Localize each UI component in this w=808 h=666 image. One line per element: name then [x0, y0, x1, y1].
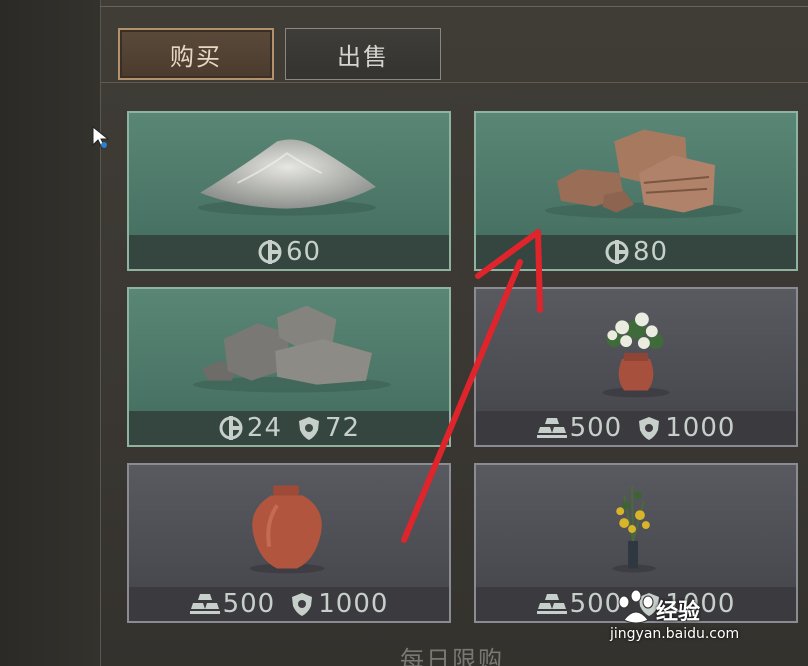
watermark-url: jingyan.baidu.com — [610, 626, 740, 642]
price-bar: 60 — [129, 235, 449, 269]
price-shield: 1000 — [636, 413, 735, 443]
price-coin: 80 — [604, 237, 668, 267]
mouse-cursor-icon — [92, 126, 110, 149]
price-coin: 60 — [257, 237, 321, 267]
shield-icon — [636, 415, 662, 441]
flower-vase-image — [602, 312, 670, 398]
shop-item-clay-jar[interactable]: 500 1000 — [127, 463, 451, 623]
coin-icon — [604, 239, 630, 265]
left-strip — [0, 0, 100, 666]
price-gold: 500 — [536, 589, 623, 619]
price-amount: 1000 — [665, 413, 736, 443]
coin-icon — [218, 415, 244, 441]
shop-item-gray-stones[interactable]: 24 72 — [127, 287, 451, 447]
sand-pile-image — [198, 139, 376, 216]
price-shield: 1000 — [289, 589, 388, 619]
tab-sell-label: 出售 — [337, 42, 389, 71]
watermark-brand: 经验 — [656, 600, 701, 625]
price-amount: 24 — [246, 413, 282, 443]
tab-buy[interactable]: 购买 — [118, 28, 274, 80]
price-amount: 500 — [222, 589, 276, 619]
price-coin: 24 — [218, 413, 282, 443]
shop-item-flower-vase[interactable]: 500 1000 — [474, 287, 798, 447]
gold-bars-icon — [536, 592, 567, 616]
watermark: 经验 jingyan.baidu.com — [610, 590, 764, 650]
price-gold: 500 — [189, 589, 276, 619]
gold-bars-icon — [189, 592, 220, 616]
gray-stones-image — [193, 305, 391, 393]
price-bar: 500 1000 — [129, 587, 449, 621]
tab-divider — [100, 82, 808, 83]
price-amount: 72 — [325, 413, 361, 443]
shield-icon — [296, 415, 322, 441]
clay-jar-image — [249, 485, 325, 574]
tab-sell[interactable]: 出售 — [285, 28, 441, 80]
price-gold: 500 — [536, 413, 623, 443]
price-shield: 72 — [296, 413, 360, 443]
shield-icon — [289, 591, 315, 617]
price-amount: 80 — [632, 237, 669, 267]
price-amount: 60 — [285, 237, 322, 267]
panel-top-divider — [100, 6, 808, 7]
price-bar: 24 72 — [129, 411, 449, 445]
price-bar: 80 — [476, 235, 796, 269]
red-stones-image — [545, 129, 743, 219]
price-amount: 500 — [569, 413, 623, 443]
coin-icon — [257, 239, 283, 265]
sunflower-vase-image — [612, 485, 656, 573]
shop-item-sand[interactable]: 60 — [127, 111, 451, 271]
price-bar: 500 1000 — [476, 411, 796, 445]
daily-limit-label: 每日限购 — [400, 646, 504, 666]
baidu-paw-logo-icon — [618, 590, 654, 624]
gold-bars-icon — [536, 416, 567, 440]
shop-item-red-stones[interactable]: 80 — [474, 111, 798, 271]
tab-buy-label: 购买 — [170, 42, 222, 71]
price-amount: 1000 — [318, 589, 389, 619]
